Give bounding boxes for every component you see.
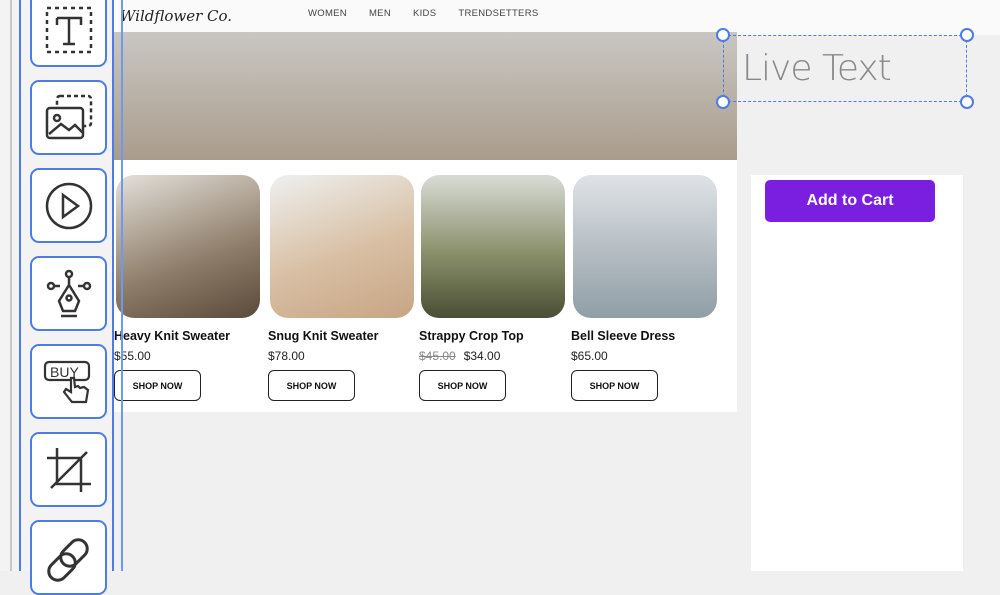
site-logo[interactable]: Wildflower Co. [120, 7, 232, 25]
pen-tool[interactable] [30, 256, 107, 331]
nav-men[interactable]: MEN [369, 8, 391, 19]
nav-women[interactable]: WOMEN [308, 8, 347, 19]
shop-now-button[interactable]: SHOP NOW [419, 370, 506, 401]
guide-line [10, 0, 12, 571]
buy-icon: BUY [43, 360, 90, 403]
product-card: Snug Knit Sweater $78.00 SHOP NOW [268, 175, 414, 401]
text-icon [45, 6, 92, 53]
shop-now-button[interactable]: SHOP NOW [114, 370, 201, 401]
product-card: Strappy Crop Top $45.00 $34.00 SHOP NOW [419, 175, 565, 401]
product-name: Snug Knit Sweater [268, 329, 379, 343]
guide-line [19, 0, 21, 571]
image-tool[interactable] [30, 80, 107, 155]
live-text-box[interactable]: Live Text [716, 28, 974, 109]
image-icon [45, 94, 92, 139]
link-icon [46, 537, 89, 582]
site-header: Wildflower Co. WOMEN MEN KIDS TRENDSETTE… [112, 0, 737, 32]
product-price: $55.00 [114, 349, 151, 363]
pen-tool-icon [46, 269, 91, 317]
resize-handle[interactable] [960, 95, 974, 109]
product-card: Bell Sleeve Dress $65.00 SHOP NOW [571, 175, 717, 401]
product-price: $78.00 [268, 349, 305, 363]
original-price: $45.00 [419, 349, 456, 363]
text-tool[interactable] [30, 0, 107, 67]
product-price: $45.00 $34.00 [419, 349, 500, 363]
crop-icon [46, 447, 91, 492]
guide-line [112, 0, 114, 571]
product-image[interactable] [573, 175, 717, 318]
nav-kids[interactable]: KIDS [413, 8, 436, 19]
crop-tool[interactable] [30, 432, 107, 507]
product-price: $65.00 [571, 349, 608, 363]
product-name: Strappy Crop Top [419, 329, 524, 343]
shop-now-button[interactable]: SHOP NOW [268, 370, 355, 401]
add-to-cart-button[interactable]: Add to Cart [765, 180, 935, 222]
product-image[interactable] [270, 175, 414, 318]
right-panel [751, 175, 963, 571]
guide-line [121, 0, 123, 571]
resize-handle[interactable] [716, 95, 730, 109]
resize-handle[interactable] [960, 28, 974, 42]
live-text[interactable]: Live Text [742, 48, 892, 89]
sale-price: $34.00 [463, 349, 501, 363]
product-image[interactable] [116, 175, 260, 318]
product-name: Heavy Knit Sweater [114, 329, 231, 343]
buy-button-tool[interactable]: BUY [30, 344, 107, 419]
product-name: Bell Sleeve Dress [571, 329, 676, 343]
link-tool[interactable] [30, 520, 107, 595]
play-icon [45, 182, 92, 229]
hero-image [112, 32, 737, 160]
nav-trendsetters[interactable]: TRENDSETTERS [458, 8, 538, 19]
shop-now-button[interactable]: SHOP NOW [571, 370, 658, 401]
product-image[interactable] [421, 175, 565, 318]
product-card: Heavy Knit Sweater $55.00 SHOP NOW [114, 175, 260, 401]
resize-handle[interactable] [716, 28, 730, 42]
video-tool[interactable] [30, 168, 107, 243]
